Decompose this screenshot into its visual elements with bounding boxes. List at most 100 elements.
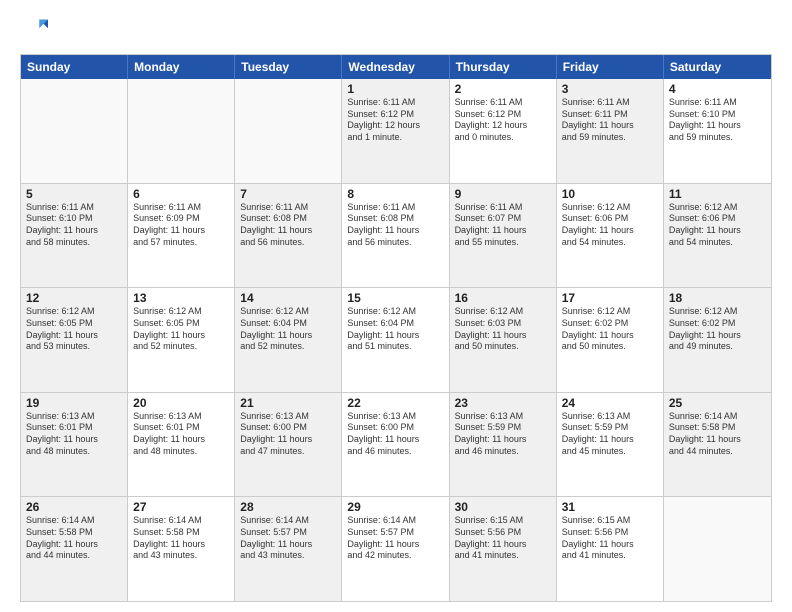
calendar-cell-1-0: 5Sunrise: 6:11 AM Sunset: 6:10 PM Daylig… bbox=[21, 184, 128, 288]
cell-info: Sunrise: 6:13 AM Sunset: 5:59 PM Dayligh… bbox=[562, 411, 658, 458]
cell-info: Sunrise: 6:14 AM Sunset: 5:58 PM Dayligh… bbox=[26, 515, 122, 562]
calendar-row-4: 26Sunrise: 6:14 AM Sunset: 5:58 PM Dayli… bbox=[21, 497, 771, 601]
calendar-cell-3-2: 21Sunrise: 6:13 AM Sunset: 6:00 PM Dayli… bbox=[235, 393, 342, 497]
calendar-row-1: 5Sunrise: 6:11 AM Sunset: 6:10 PM Daylig… bbox=[21, 184, 771, 289]
cell-info: Sunrise: 6:14 AM Sunset: 5:57 PM Dayligh… bbox=[240, 515, 336, 562]
day-number: 2 bbox=[455, 82, 551, 96]
cell-info: Sunrise: 6:11 AM Sunset: 6:07 PM Dayligh… bbox=[455, 202, 551, 249]
day-number: 19 bbox=[26, 396, 122, 410]
cell-info: Sunrise: 6:12 AM Sunset: 6:05 PM Dayligh… bbox=[26, 306, 122, 353]
day-number: 16 bbox=[455, 291, 551, 305]
day-number: 24 bbox=[562, 396, 658, 410]
calendar-row-3: 19Sunrise: 6:13 AM Sunset: 6:01 PM Dayli… bbox=[21, 393, 771, 498]
cell-info: Sunrise: 6:12 AM Sunset: 6:02 PM Dayligh… bbox=[562, 306, 658, 353]
weekday-header-tuesday: Tuesday bbox=[235, 55, 342, 79]
day-number: 22 bbox=[347, 396, 443, 410]
cell-info: Sunrise: 6:12 AM Sunset: 6:04 PM Dayligh… bbox=[240, 306, 336, 353]
weekday-header-saturday: Saturday bbox=[664, 55, 771, 79]
calendar-cell-4-6 bbox=[664, 497, 771, 601]
cell-info: Sunrise: 6:14 AM Sunset: 5:57 PM Dayligh… bbox=[347, 515, 443, 562]
calendar-cell-0-1 bbox=[128, 79, 235, 183]
day-number: 9 bbox=[455, 187, 551, 201]
day-number: 30 bbox=[455, 500, 551, 514]
calendar-cell-3-5: 24Sunrise: 6:13 AM Sunset: 5:59 PM Dayli… bbox=[557, 393, 664, 497]
day-number: 12 bbox=[26, 291, 122, 305]
day-number: 13 bbox=[133, 291, 229, 305]
calendar-cell-3-1: 20Sunrise: 6:13 AM Sunset: 6:01 PM Dayli… bbox=[128, 393, 235, 497]
day-number: 17 bbox=[562, 291, 658, 305]
calendar-cell-0-4: 2Sunrise: 6:11 AM Sunset: 6:12 PM Daylig… bbox=[450, 79, 557, 183]
calendar-cell-3-0: 19Sunrise: 6:13 AM Sunset: 6:01 PM Dayli… bbox=[21, 393, 128, 497]
day-number: 31 bbox=[562, 500, 658, 514]
calendar-cell-2-1: 13Sunrise: 6:12 AM Sunset: 6:05 PM Dayli… bbox=[128, 288, 235, 392]
calendar-cell-0-6: 4Sunrise: 6:11 AM Sunset: 6:10 PM Daylig… bbox=[664, 79, 771, 183]
day-number: 5 bbox=[26, 187, 122, 201]
calendar-cell-2-0: 12Sunrise: 6:12 AM Sunset: 6:05 PM Dayli… bbox=[21, 288, 128, 392]
cell-info: Sunrise: 6:11 AM Sunset: 6:12 PM Dayligh… bbox=[347, 97, 443, 144]
calendar-cell-4-2: 28Sunrise: 6:14 AM Sunset: 5:57 PM Dayli… bbox=[235, 497, 342, 601]
cell-info: Sunrise: 6:11 AM Sunset: 6:11 PM Dayligh… bbox=[562, 97, 658, 144]
calendar-cell-4-0: 26Sunrise: 6:14 AM Sunset: 5:58 PM Dayli… bbox=[21, 497, 128, 601]
logo bbox=[20, 16, 52, 44]
calendar-cell-2-5: 17Sunrise: 6:12 AM Sunset: 6:02 PM Dayli… bbox=[557, 288, 664, 392]
cell-info: Sunrise: 6:12 AM Sunset: 6:04 PM Dayligh… bbox=[347, 306, 443, 353]
calendar-cell-4-1: 27Sunrise: 6:14 AM Sunset: 5:58 PM Dayli… bbox=[128, 497, 235, 601]
calendar-cell-0-2 bbox=[235, 79, 342, 183]
cell-info: Sunrise: 6:11 AM Sunset: 6:10 PM Dayligh… bbox=[26, 202, 122, 249]
day-number: 20 bbox=[133, 396, 229, 410]
calendar-cell-3-4: 23Sunrise: 6:13 AM Sunset: 5:59 PM Dayli… bbox=[450, 393, 557, 497]
cell-info: Sunrise: 6:12 AM Sunset: 6:02 PM Dayligh… bbox=[669, 306, 766, 353]
cell-info: Sunrise: 6:12 AM Sunset: 6:06 PM Dayligh… bbox=[562, 202, 658, 249]
day-number: 3 bbox=[562, 82, 658, 96]
cell-info: Sunrise: 6:11 AM Sunset: 6:10 PM Dayligh… bbox=[669, 97, 766, 144]
day-number: 18 bbox=[669, 291, 766, 305]
cell-info: Sunrise: 6:13 AM Sunset: 6:01 PM Dayligh… bbox=[133, 411, 229, 458]
cell-info: Sunrise: 6:14 AM Sunset: 5:58 PM Dayligh… bbox=[133, 515, 229, 562]
calendar-cell-1-6: 11Sunrise: 6:12 AM Sunset: 6:06 PM Dayli… bbox=[664, 184, 771, 288]
day-number: 25 bbox=[669, 396, 766, 410]
calendar-cell-2-3: 15Sunrise: 6:12 AM Sunset: 6:04 PM Dayli… bbox=[342, 288, 449, 392]
calendar: SundayMondayTuesdayWednesdayThursdayFrid… bbox=[20, 54, 772, 602]
cell-info: Sunrise: 6:15 AM Sunset: 5:56 PM Dayligh… bbox=[562, 515, 658, 562]
cell-info: Sunrise: 6:11 AM Sunset: 6:12 PM Dayligh… bbox=[455, 97, 551, 144]
calendar-cell-0-3: 1Sunrise: 6:11 AM Sunset: 6:12 PM Daylig… bbox=[342, 79, 449, 183]
calendar-cell-2-2: 14Sunrise: 6:12 AM Sunset: 6:04 PM Dayli… bbox=[235, 288, 342, 392]
calendar-cell-1-1: 6Sunrise: 6:11 AM Sunset: 6:09 PM Daylig… bbox=[128, 184, 235, 288]
calendar-cell-4-5: 31Sunrise: 6:15 AM Sunset: 5:56 PM Dayli… bbox=[557, 497, 664, 601]
calendar-body: 1Sunrise: 6:11 AM Sunset: 6:12 PM Daylig… bbox=[21, 79, 771, 601]
day-number: 10 bbox=[562, 187, 658, 201]
day-number: 29 bbox=[347, 500, 443, 514]
weekday-header-wednesday: Wednesday bbox=[342, 55, 449, 79]
calendar-cell-4-3: 29Sunrise: 6:14 AM Sunset: 5:57 PM Dayli… bbox=[342, 497, 449, 601]
weekday-header-friday: Friday bbox=[557, 55, 664, 79]
day-number: 8 bbox=[347, 187, 443, 201]
weekday-header-thursday: Thursday bbox=[450, 55, 557, 79]
cell-info: Sunrise: 6:13 AM Sunset: 6:01 PM Dayligh… bbox=[26, 411, 122, 458]
cell-info: Sunrise: 6:13 AM Sunset: 6:00 PM Dayligh… bbox=[240, 411, 336, 458]
weekday-header-sunday: Sunday bbox=[21, 55, 128, 79]
calendar-row-0: 1Sunrise: 6:11 AM Sunset: 6:12 PM Daylig… bbox=[21, 79, 771, 184]
cell-info: Sunrise: 6:12 AM Sunset: 6:06 PM Dayligh… bbox=[669, 202, 766, 249]
calendar-cell-1-3: 8Sunrise: 6:11 AM Sunset: 6:08 PM Daylig… bbox=[342, 184, 449, 288]
day-number: 23 bbox=[455, 396, 551, 410]
calendar-cell-3-6: 25Sunrise: 6:14 AM Sunset: 5:58 PM Dayli… bbox=[664, 393, 771, 497]
cell-info: Sunrise: 6:11 AM Sunset: 6:09 PM Dayligh… bbox=[133, 202, 229, 249]
cell-info: Sunrise: 6:12 AM Sunset: 6:05 PM Dayligh… bbox=[133, 306, 229, 353]
day-number: 11 bbox=[669, 187, 766, 201]
cell-info: Sunrise: 6:11 AM Sunset: 6:08 PM Dayligh… bbox=[347, 202, 443, 249]
calendar-cell-2-6: 18Sunrise: 6:12 AM Sunset: 6:02 PM Dayli… bbox=[664, 288, 771, 392]
header bbox=[20, 16, 772, 44]
day-number: 4 bbox=[669, 82, 766, 96]
calendar-cell-0-0 bbox=[21, 79, 128, 183]
day-number: 6 bbox=[133, 187, 229, 201]
day-number: 27 bbox=[133, 500, 229, 514]
day-number: 28 bbox=[240, 500, 336, 514]
calendar-cell-4-4: 30Sunrise: 6:15 AM Sunset: 5:56 PM Dayli… bbox=[450, 497, 557, 601]
calendar-cell-1-5: 10Sunrise: 6:12 AM Sunset: 6:06 PM Dayli… bbox=[557, 184, 664, 288]
cell-info: Sunrise: 6:11 AM Sunset: 6:08 PM Dayligh… bbox=[240, 202, 336, 249]
weekday-header-monday: Monday bbox=[128, 55, 235, 79]
calendar-cell-2-4: 16Sunrise: 6:12 AM Sunset: 6:03 PM Dayli… bbox=[450, 288, 557, 392]
logo-icon bbox=[20, 16, 48, 44]
calendar-cell-0-5: 3Sunrise: 6:11 AM Sunset: 6:11 PM Daylig… bbox=[557, 79, 664, 183]
day-number: 21 bbox=[240, 396, 336, 410]
